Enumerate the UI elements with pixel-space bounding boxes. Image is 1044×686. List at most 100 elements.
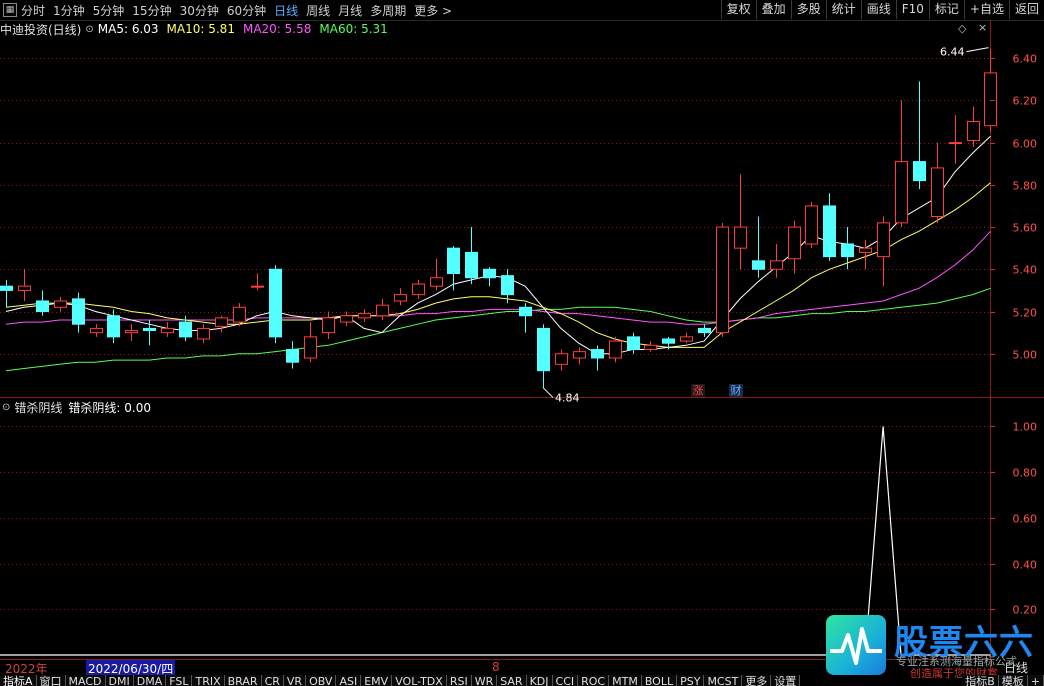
indicator-tab-11[interactable]: ASI (336, 675, 362, 686)
grid-lines (0, 20, 1044, 674)
indicator-tab-25[interactable]: 设置 (771, 675, 801, 686)
candle-43 (770, 243, 783, 278)
candle-3 (54, 296, 67, 312)
limit-up-marker[interactable]: 涨 (691, 384, 705, 397)
logo-pulse-icon (826, 615, 886, 675)
indicator-tab-21[interactable]: BOLL (641, 675, 678, 686)
indicator-tab-7[interactable]: BRAR (224, 675, 262, 686)
candle-body (609, 340, 622, 359)
indicator-tab-9[interactable]: VR (283, 675, 307, 686)
candles (0, 49, 997, 388)
ind-tick-label-3: 0.80 (1013, 467, 1038, 480)
template-tab-2[interactable]: + (1027, 675, 1044, 686)
chart-canvas[interactable]: 5.005.205.405.605.806.006.206.400.200.40… (0, 0, 1044, 686)
main-tick-label-6: 6.20 (1013, 95, 1038, 108)
template-tab-0[interactable]: 指标B (962, 675, 999, 686)
candle-body (304, 336, 317, 359)
candle-9 (161, 322, 174, 337)
candle-body (573, 351, 586, 359)
candle-body (465, 251, 478, 279)
candle-body (662, 338, 675, 344)
indicator-tab-10[interactable]: OBV (306, 675, 337, 686)
candle-34 (609, 336, 622, 363)
indicator-tab-24[interactable]: 更多 (742, 675, 772, 686)
indicator-tab-0[interactable]: 指标A (0, 675, 37, 686)
candle-body (537, 327, 550, 372)
candle-11 (197, 324, 210, 344)
candle-body (376, 304, 389, 317)
candle-body (895, 161, 908, 224)
watermark-logo: 股票六六 专业注系测海量指标公式 创造属于您的财富 (826, 615, 1036, 680)
candle-body (967, 120, 980, 141)
candle-24 (430, 258, 443, 291)
main-tick-label-5: 6.00 (1013, 138, 1038, 151)
indicator-tabs: 指标A 窗口 MACD DMI DMA FSL TRIX BRAR CR VR OBV ASI EMV V… (0, 675, 1044, 686)
tabs-spacer (800, 675, 962, 686)
candle-12 (215, 315, 228, 333)
candle-51 (913, 81, 926, 190)
candle-body (555, 353, 568, 365)
indicator-tab-2[interactable]: MACD (65, 675, 106, 686)
candle-body (161, 327, 174, 334)
candle-body (394, 294, 407, 302)
indicator-tab-14[interactable]: RSI (446, 675, 472, 686)
candle-18 (322, 311, 335, 339)
indicator-tab-23[interactable]: MCST (704, 675, 743, 686)
candle-body (823, 205, 836, 258)
indicator-tab-4[interactable]: DMA (133, 675, 167, 686)
indicator-tab-8[interactable]: CR (261, 675, 284, 686)
candle-body (734, 226, 747, 249)
candle-body (627, 336, 640, 351)
candle-body (483, 268, 496, 279)
indicator-tab-18[interactable]: CCI (552, 675, 579, 686)
candle-body (984, 72, 997, 127)
candle-7 (125, 324, 138, 342)
candle-20 (358, 309, 371, 323)
candle-54 (967, 106, 980, 147)
candle-body (107, 315, 120, 338)
candle-47 (841, 227, 854, 270)
indicator-tab-1[interactable]: 窗口 (36, 675, 66, 686)
candle-46 (823, 193, 836, 261)
candle-body (591, 349, 604, 359)
indicator-tab-16[interactable]: SAR (497, 675, 527, 686)
indicator-tab-13[interactable]: VOL-TDX (392, 675, 447, 686)
candle-5 (90, 324, 103, 337)
indicator-tab-5[interactable]: FSL (166, 675, 193, 686)
candle-body (251, 285, 264, 288)
candle-body (644, 344, 657, 351)
indicator-tab-22[interactable]: PSY (677, 675, 705, 686)
main-tick-label-0: 5.00 (1013, 349, 1038, 362)
candle-41 (734, 174, 747, 270)
indicator-tab-17[interactable]: KDJ (526, 675, 553, 686)
candle-42 (752, 216, 765, 278)
candle-21 (376, 298, 389, 320)
candle-body (770, 260, 783, 270)
candle-body (913, 161, 926, 182)
candle-body (752, 260, 765, 270)
indicator-tab-12[interactable]: EMV (361, 675, 393, 686)
low-label: 4.84 (555, 392, 580, 405)
indicator-tab-15[interactable]: WR (471, 675, 498, 686)
y-axis: 5.005.205.405.605.806.006.206.400.200.40… (990, 53, 1037, 617)
candle-body (0, 285, 13, 291)
indicator-tab-20[interactable]: MTM (609, 675, 642, 686)
candle-body (447, 247, 460, 275)
finance-marker[interactable]: 财 (729, 384, 743, 397)
indicator-tab-6[interactable]: TRIX (192, 675, 225, 686)
candle-38 (680, 332, 693, 344)
indicator-tab-19[interactable]: ROC (578, 675, 610, 686)
ind-tick-label-4: 1.00 (1013, 421, 1038, 434)
candle-13 (233, 303, 246, 327)
candle-body (698, 327, 711, 334)
candle-1 (18, 269, 31, 301)
candle-15 (269, 265, 282, 344)
main-tick-label-3: 5.60 (1013, 222, 1038, 235)
main-tick-label-4: 5.80 (1013, 180, 1038, 193)
candle-32 (573, 347, 586, 365)
ind-tick-label-2: 0.60 (1013, 513, 1038, 526)
low-arrow (542, 387, 554, 398)
template-tab-1[interactable]: 模板 (998, 675, 1028, 686)
indicator-tab-3[interactable]: DMI (105, 675, 134, 686)
candle-body (358, 313, 371, 319)
